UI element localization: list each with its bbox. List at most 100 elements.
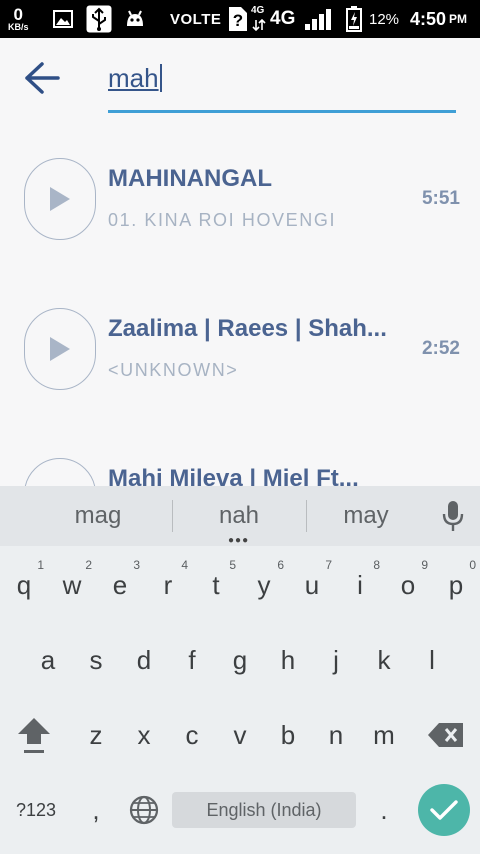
soft-keyboard: mag nah ●●● may q1 w2 e3 r4 t5 y6 u7 i8 …: [0, 486, 480, 854]
key-hint: 8: [373, 558, 380, 572]
image-icon: [53, 10, 73, 28]
key-j[interactable]: j: [312, 629, 360, 691]
key-q[interactable]: q1: [0, 554, 48, 616]
key-c[interactable]: c: [168, 704, 216, 766]
play-button[interactable]: [24, 308, 96, 390]
key-u[interactable]: u7: [288, 554, 336, 616]
key-label: u: [304, 569, 320, 600]
key-s[interactable]: s: [72, 629, 120, 691]
key-period[interactable]: .: [360, 779, 408, 841]
key-d[interactable]: d: [120, 629, 168, 691]
suggestion-strip: mag nah ●●● may: [0, 486, 480, 546]
backspace-key[interactable]: [420, 704, 472, 766]
key-x[interactable]: x: [120, 704, 168, 766]
key-z[interactable]: z: [72, 704, 120, 766]
search-input[interactable]: mah: [108, 58, 456, 98]
key-label: e: [112, 569, 128, 600]
key-label: i: [357, 569, 363, 600]
key-label: t: [212, 569, 220, 600]
globe-icon: [129, 795, 159, 825]
play-button[interactable]: [24, 158, 96, 240]
back-button[interactable]: [16, 54, 68, 102]
shift-icon: [18, 718, 50, 753]
arrow-left-icon: [25, 62, 60, 94]
network-type-small: 4G: [251, 5, 265, 16]
key-label: o: [400, 569, 416, 600]
key-t[interactable]: t5: [192, 554, 240, 616]
clock: 4:50 PM: [410, 0, 467, 38]
suggestion-divider: [172, 500, 173, 532]
key-f[interactable]: f: [168, 629, 216, 691]
song-duration: 5:51: [421, 188, 460, 209]
volte-label: VOLTE: [170, 10, 222, 28]
play-icon: [50, 187, 70, 211]
song-title: MAHINANGAL: [108, 165, 272, 192]
battery-percentage: 12%: [369, 10, 400, 28]
key-v[interactable]: v: [216, 704, 264, 766]
usb-icon: [86, 5, 112, 33]
key-label: w: [62, 569, 82, 600]
voice-input-button[interactable]: [436, 498, 470, 534]
key-b[interactable]: b: [264, 704, 312, 766]
song-subtitle: <UNKNOWN>: [108, 360, 239, 380]
key-hint: 9: [421, 558, 428, 572]
key-label: r: [163, 569, 173, 600]
key-p[interactable]: p0: [432, 554, 480, 616]
key-n[interactable]: n: [312, 704, 360, 766]
status-bar: 0 KB/s VOLTE ? 4G 4G 12% 4:50 PM: [0, 0, 480, 38]
key-label: p: [448, 569, 464, 600]
key-k[interactable]: k: [360, 629, 408, 691]
key-o[interactable]: o9: [384, 554, 432, 616]
clock-time: 4:50: [410, 8, 447, 29]
key-comma[interactable]: ,: [72, 779, 120, 841]
no-sim-icon: ?: [229, 7, 247, 31]
suggestion-may[interactable]: may: [301, 486, 431, 546]
enter-button[interactable]: [418, 784, 470, 836]
language-key[interactable]: [120, 779, 168, 841]
key-label: y: [257, 569, 271, 600]
key-i[interactable]: i8: [336, 554, 384, 616]
space-key[interactable]: English (India): [172, 792, 356, 828]
key-hint: 3: [133, 558, 140, 572]
key-g[interactable]: g: [216, 629, 264, 691]
key-w[interactable]: w2: [48, 554, 96, 616]
checkmark-icon: [430, 800, 458, 820]
key-l[interactable]: l: [408, 629, 456, 691]
android-icon: [127, 10, 143, 26]
search-results-list[interactable]: MAHINANGAL 01. KINA ROI HOVENGI 5:51 Zaa…: [0, 130, 480, 486]
signal-icon: [305, 9, 331, 30]
shift-key[interactable]: [8, 704, 60, 766]
suggestion-mag[interactable]: mag: [33, 486, 163, 546]
key-label: q: [16, 569, 32, 600]
key-hint: 1: [37, 558, 44, 572]
backspace-icon: [428, 723, 463, 747]
play-button[interactable]: [24, 458, 96, 486]
battery-charging-icon: [346, 6, 362, 32]
key-hint: 5: [229, 558, 236, 572]
key-hint: 7: [325, 558, 332, 572]
song-title: Mahi Mileva | Miel Ft...: [108, 465, 359, 486]
key-hint: 4: [181, 558, 188, 572]
key-hint: 2: [85, 558, 92, 572]
clock-ampm: PM: [449, 12, 468, 26]
svg-text:?: ?: [233, 11, 243, 30]
key-hint: 0: [469, 558, 476, 572]
key-r[interactable]: r4: [144, 554, 192, 616]
list-item[interactable]: Zaalima | Raees | Shah... <UNKNOWN> 2:52: [0, 280, 480, 430]
song-duration: 2:52: [421, 338, 460, 359]
song-subtitle: 01. KINA ROI HOVENGI: [108, 210, 337, 230]
network-speed-unit: KB/s: [8, 22, 29, 32]
key-a[interactable]: a: [24, 629, 72, 691]
more-suggestions-icon[interactable]: ●●●: [228, 536, 249, 546]
search-query: mah: [108, 62, 159, 93]
list-item[interactable]: Mahi Mileva | Miel Ft...: [0, 430, 480, 486]
list-item[interactable]: MAHINANGAL 01. KINA ROI HOVENGI 5:51: [0, 130, 480, 280]
key-e[interactable]: e3: [96, 554, 144, 616]
text-cursor: [159, 64, 162, 92]
network-speed: 0 KB/s: [8, 0, 29, 38]
symbols-key[interactable]: ?123: [10, 779, 62, 841]
key-m[interactable]: m: [360, 704, 408, 766]
key-h[interactable]: h: [264, 629, 312, 691]
search-input-underline: [108, 110, 456, 113]
key-y[interactable]: y6: [240, 554, 288, 616]
